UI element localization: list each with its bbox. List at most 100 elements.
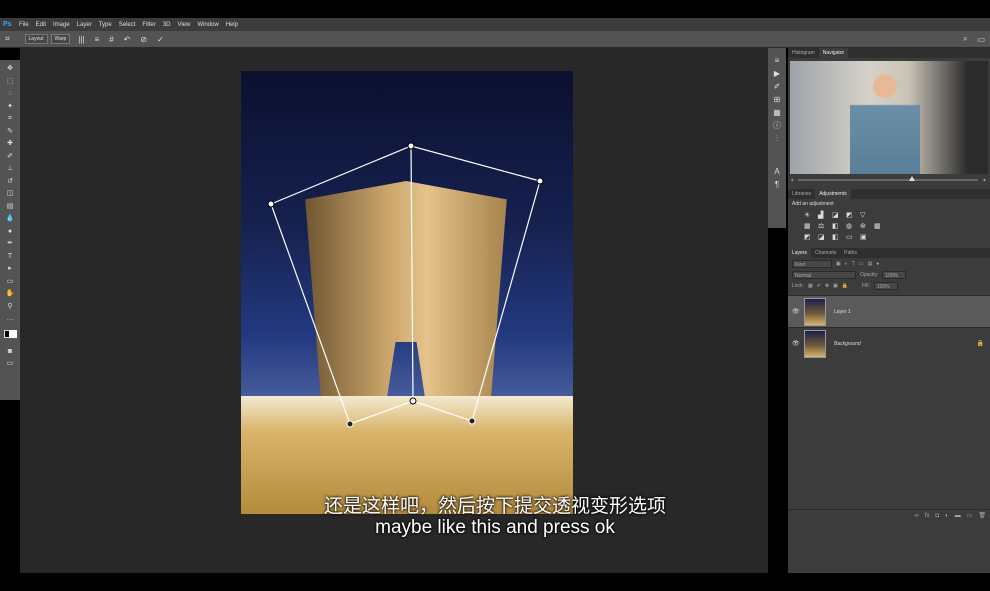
filter-type-icon[interactable]: T [852, 261, 855, 267]
tab-paths[interactable]: Paths [840, 248, 861, 258]
filter-adjustment-icon[interactable]: ◐ [845, 261, 848, 267]
workspace-icon[interactable]: ▭ [977, 35, 985, 44]
new-layer-icon[interactable]: ▭ [967, 512, 973, 519]
auto-straighten-vertical-icon[interactable]: ||| [78, 35, 84, 44]
lasso-tool-icon[interactable]: ◌ [3, 88, 17, 101]
path-selection-tool-icon[interactable]: ▸ [3, 263, 17, 276]
cancel-icon[interactable]: ⊘ [140, 35, 147, 44]
curves-icon[interactable]: ◪ [832, 211, 843, 219]
actions-panel-icon[interactable]: ▶ [774, 67, 780, 80]
channel-mixer-icon[interactable]: ⊛ [860, 222, 871, 230]
filter-pixel-icon[interactable]: ▣ [836, 261, 841, 267]
search-icon[interactable]: ⌕ [963, 34, 967, 44]
zoom-slider[interactable] [797, 176, 979, 181]
menu-window[interactable]: Window [197, 22, 218, 28]
filter-smart-icon[interactable]: ▤ [868, 261, 873, 267]
type-tool-icon[interactable]: T [3, 251, 17, 264]
move-tool-icon[interactable]: ✥ [3, 63, 17, 76]
eyedropper-tool-icon[interactable]: ✎ [3, 126, 17, 139]
exposure-icon[interactable]: ◩ [846, 211, 857, 219]
screen-mode-icon[interactable]: ▭ [3, 358, 17, 371]
opacity-field[interactable]: 100% [882, 270, 907, 279]
gradient-map-icon[interactable]: ▭ [846, 233, 857, 241]
brush-tool-icon[interactable]: ✐ [3, 151, 17, 164]
zoom-out-icon[interactable]: ▴ [791, 177, 794, 183]
menu-help[interactable]: Help [226, 22, 238, 28]
filter-toggle-icon[interactable]: ● [876, 261, 879, 267]
zoom-slider-knob[interactable] [909, 176, 916, 181]
photo-filter-icon[interactable]: ◍ [846, 222, 857, 230]
invert-icon[interactable]: ◩ [804, 233, 815, 241]
lock-paint-icon[interactable]: ✐ [817, 283, 821, 289]
delete-layer-icon[interactable]: 🗑 [978, 512, 986, 519]
hand-tool-icon[interactable]: ✋ [3, 288, 17, 301]
layout-button[interactable]: Layout [24, 34, 48, 44]
add-mask-icon[interactable]: ◘ [935, 513, 939, 519]
menu-image[interactable]: Image [53, 22, 70, 28]
properties-icon[interactable]: ▦ [773, 106, 781, 119]
auto-straighten-both-icon[interactable]: # [109, 35, 113, 44]
perspective-warp-quads[interactable] [241, 71, 573, 514]
navigator-preview[interactable] [790, 61, 988, 174]
menu-view[interactable]: View [177, 22, 190, 28]
menu-filter[interactable]: Filter [142, 22, 155, 28]
levels-icon[interactable]: ▟ [818, 211, 829, 219]
perspective-warp-tool-icon[interactable]: ⌗ [5, 34, 10, 44]
fill-field[interactable]: 100% [873, 281, 898, 290]
more-tools-icon[interactable]: … [3, 313, 17, 326]
black-white-icon[interactable]: ◧ [832, 222, 843, 230]
undo-icon[interactable]: ↶ [124, 35, 131, 44]
hue-saturation-icon[interactable]: ▦ [804, 222, 815, 230]
paragraph-panel-icon[interactable]: ¶ [775, 178, 779, 191]
history-panel-icon[interactable]: ≡ [775, 54, 780, 67]
lock-all-icon[interactable]: 🔒 [842, 283, 848, 289]
link-layers-icon[interactable]: ∞ [915, 513, 919, 519]
magic-wand-tool-icon[interactable]: ✦ [3, 101, 17, 114]
zoom-tool-icon[interactable]: ⚲ [3, 301, 17, 314]
layer-row-layer-1[interactable]: 👁 Layer 1 [788, 295, 990, 327]
history-brush-tool-icon[interactable]: ↺ [3, 176, 17, 189]
adjust-panel-icon[interactable]: ⫶ [776, 132, 778, 145]
clone-stamp-tool-icon[interactable]: ⊥ [3, 163, 17, 176]
lock-artboard-icon[interactable]: ▣ [833, 283, 838, 289]
color-balance-icon[interactable]: ⚖ [818, 222, 829, 230]
tab-adjustments[interactable]: Adjustments [815, 189, 851, 199]
healing-brush-tool-icon[interactable]: ✚ [3, 138, 17, 151]
eraser-tool-icon[interactable]: ◫ [3, 188, 17, 201]
posterize-icon[interactable]: ◪ [818, 233, 829, 241]
selective-color-icon[interactable]: ▣ [860, 233, 871, 241]
layer-row-background[interactable]: 👁 Background 🔒 [788, 327, 990, 359]
menu-3d[interactable]: 3D [163, 22, 171, 28]
tab-navigator[interactable]: Navigator [818, 48, 849, 58]
lock-transparent-icon[interactable]: ▦ [808, 283, 813, 289]
vibrance-icon[interactable]: ▽ [860, 211, 871, 219]
menu-layer[interactable]: Layer [77, 22, 92, 28]
auto-straighten-horizontal-icon[interactable]: ≡ [95, 35, 100, 44]
tab-channels[interactable]: Channels [811, 248, 840, 258]
commit-checkmark-icon[interactable]: ✓ [157, 35, 164, 44]
rectangle-tool-icon[interactable]: ▭ [3, 276, 17, 289]
color-lookup-icon[interactable]: ▦ [874, 222, 885, 230]
dodge-tool-icon[interactable]: ● [3, 226, 17, 239]
marquee-tool-icon[interactable]: ⬚ [3, 76, 17, 89]
visibility-eye-icon[interactable]: 👁 [792, 308, 800, 315]
document-image[interactable] [241, 71, 573, 514]
zoom-in-icon[interactable]: ▲ [982, 177, 987, 183]
new-adjustment-icon[interactable]: ◐ [945, 513, 949, 519]
quick-mask-icon[interactable]: ◙ [3, 346, 17, 359]
brightness-icon[interactable]: ☀ [804, 211, 815, 219]
menu-edit[interactable]: Edit [36, 22, 46, 28]
warp-button[interactable]: Warp [50, 34, 71, 44]
info-icon[interactable]: ⓘ [773, 119, 781, 132]
visibility-eye-icon[interactable]: 👁 [792, 340, 800, 347]
new-group-icon[interactable]: ▬ [955, 513, 961, 519]
pen-tool-icon[interactable]: ✒ [3, 238, 17, 251]
gradient-tool-icon[interactable]: ▤ [3, 201, 17, 214]
blend-mode-select[interactable]: Normal [792, 270, 856, 279]
menu-file[interactable]: File [19, 22, 29, 28]
clone-source-icon[interactable]: ⊞ [774, 93, 781, 106]
crop-tool-icon[interactable]: ⌗ [3, 113, 17, 126]
menu-select[interactable]: Select [119, 22, 136, 28]
color-swatches-icon[interactable] [3, 326, 17, 346]
layer-style-icon[interactable]: fx [925, 513, 930, 519]
